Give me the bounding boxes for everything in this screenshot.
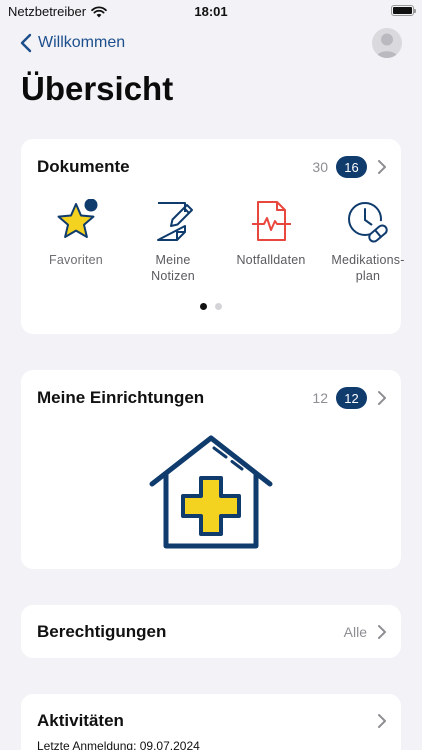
last-login-text: Letzte Anmeldung: 09.07.2024	[37, 739, 200, 750]
medication-plan-item[interactable]: Medikations- plan	[323, 199, 413, 284]
avatar[interactable]	[372, 28, 402, 58]
institutions-title: Meine Einrichtungen	[37, 388, 205, 407]
permissions-value: Alle	[343, 624, 367, 640]
clock: 18:01	[194, 4, 228, 19]
activities-card[interactable]: Aktivitäten Letzte Anmeldung: 09.07.2024	[21, 694, 401, 750]
emergency-data-item[interactable]: Notfalldaten	[226, 199, 316, 268]
permissions-header[interactable]: Berechtigungen Alle	[37, 621, 387, 643]
back-button[interactable]: Willkommen	[20, 33, 125, 53]
institutions-total-count: 12	[312, 390, 328, 406]
documents-count-badge: 16	[336, 156, 367, 178]
page-dot-1[interactable]	[200, 303, 207, 310]
medical-house-icon	[149, 435, 273, 549]
permissions-card[interactable]: Berechtigungen Alle	[21, 605, 401, 658]
medication-plan-label: Medikations- plan	[331, 253, 405, 283]
chevron-left-icon	[20, 33, 32, 53]
back-label: Willkommen	[38, 34, 126, 51]
emergency-doc-icon	[252, 201, 291, 241]
my-notes-label: Meine Notizen	[151, 253, 195, 283]
status-bar: Netzbetreiber 18:01	[0, 0, 422, 24]
activities-header[interactable]: Aktivitäten	[37, 710, 387, 732]
my-notes-item[interactable]: Meine Notizen	[128, 199, 218, 284]
notes-icon	[157, 202, 193, 241]
documents-card[interactable]: Dokumente 30 16 Favoriten Meine Notizen	[21, 139, 404, 334]
institutions-header[interactable]: Meine Einrichtungen 12 12	[37, 387, 387, 409]
institutions-card[interactable]: Meine Einrichtungen 12 12	[21, 370, 401, 569]
chevron-right-icon	[378, 391, 386, 405]
documents-total-count: 30	[312, 159, 328, 175]
page-title: Übersicht	[21, 70, 174, 107]
favorites-label: Favoriten	[49, 253, 103, 267]
chevron-right-icon	[378, 160, 386, 174]
permissions-title: Berechtigungen	[37, 622, 167, 641]
user-icon	[376, 33, 398, 58]
activities-title: Aktivitäten	[37, 711, 124, 730]
star-icon	[57, 199, 98, 238]
favorites-item[interactable]: Favoriten	[31, 199, 121, 268]
emergency-data-label: Notfalldaten	[236, 253, 306, 267]
page-indicator[interactable]	[21, 303, 401, 310]
chevron-right-icon	[378, 625, 386, 639]
institutions-count-badge: 12	[336, 387, 367, 409]
documents-carousel[interactable]: Favoriten Meine Notizen Notfalldaten Med…	[31, 199, 404, 289]
chevron-right-icon	[378, 714, 386, 728]
battery-icon	[391, 5, 416, 16]
medication-plan-icon	[348, 202, 390, 243]
documents-header[interactable]: Dokumente 30 16	[37, 156, 387, 178]
documents-title: Dokumente	[37, 157, 130, 176]
page-dot-2[interactable]	[215, 303, 222, 310]
